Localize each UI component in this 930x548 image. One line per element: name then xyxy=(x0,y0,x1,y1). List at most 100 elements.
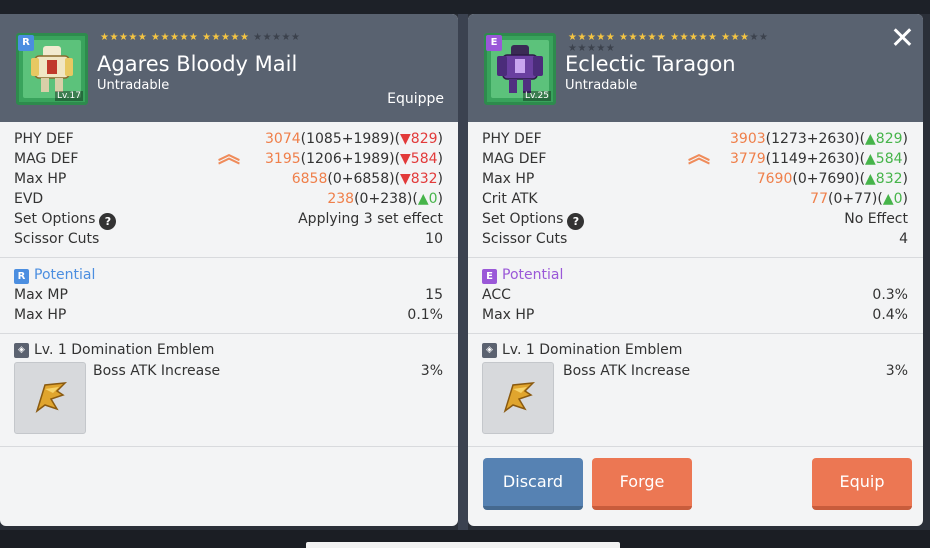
divider xyxy=(0,446,458,447)
stat-close-paren: ) xyxy=(437,131,443,147)
emblem-glyph-icon xyxy=(503,382,536,413)
stat-close-paren: ) xyxy=(902,131,908,147)
stat-close-paren: ) xyxy=(437,191,443,207)
star-icon: ★ xyxy=(128,32,138,43)
star-icon: ★ xyxy=(619,32,629,43)
background-top xyxy=(0,0,930,14)
equipped-item-card: R Lv.17 ★★★★★ ★★★★★ ★★★★★ ★★★★★ Agares B… xyxy=(0,14,458,526)
star-icon: ★ xyxy=(749,32,759,43)
star-icon: ★ xyxy=(179,32,189,43)
star-icon: ★ xyxy=(740,32,750,43)
background-bottom xyxy=(0,530,930,548)
star-icon: ★ xyxy=(721,32,731,43)
tradable-status: Untradable xyxy=(97,78,170,93)
stat-diff: ▲829 xyxy=(865,131,903,147)
stat-close-paren: ) xyxy=(902,191,908,207)
scissor-cuts-row: Scissor Cuts 10 xyxy=(14,231,443,247)
stat-row: Max HP 6858(0+6858)(▼832) xyxy=(0,170,458,190)
divider xyxy=(468,446,923,447)
stat-breakdown: (1206+1989)( xyxy=(300,151,401,167)
potential-grade-badge: R xyxy=(14,269,29,284)
emblem-effect-row: Boss ATK Increase 3% xyxy=(563,363,908,379)
star-icon: ★ xyxy=(202,32,212,43)
stat-value: 6858(0+6858)(▼832) xyxy=(292,171,443,187)
new-item-card: E Lv.25 ★★★★★ ★★★★★ ★★★★★ ★★★★★ ★★★★★ Ec… xyxy=(468,14,923,526)
star-icon: ★ xyxy=(758,32,769,43)
stat-label: PHY DEF xyxy=(482,131,542,147)
star-icon: ★ xyxy=(239,32,250,43)
item-level: Lv.25 xyxy=(523,91,551,101)
potential-grade-badge: E xyxy=(482,269,497,284)
stat-diff: ▼829 xyxy=(400,131,438,147)
double-chevron-up-icon: ︽ xyxy=(218,143,241,168)
question-icon[interactable]: ? xyxy=(567,213,585,230)
star-icon: ★ xyxy=(628,32,638,43)
star-icon: ★ xyxy=(698,32,708,43)
stat-diff: ▲584 xyxy=(865,151,903,167)
stat-label: Max HP xyxy=(482,171,535,187)
star-icon: ★ xyxy=(109,32,119,43)
scissor-cuts-row: Scissor Cuts 4 xyxy=(482,231,908,247)
star-icon: ★ xyxy=(137,32,148,43)
potential-header: R Potential xyxy=(0,266,458,286)
stat-value: 3903(1273+2630)(▲829) xyxy=(730,131,908,147)
star-icon: ★ xyxy=(290,32,301,43)
item-stats: PHY DEF 3074(1085+1989)(▼829) MAG DEF 3195(… xyxy=(0,122,458,447)
close-icon[interactable]: ✕ xyxy=(890,24,915,54)
item-name: Agares Bloody Mail xyxy=(97,52,298,76)
stat-label: MAG DEF xyxy=(14,151,79,167)
emblem-icon: ◈ xyxy=(14,343,29,358)
stat-total: 77 xyxy=(810,191,828,207)
stat-value: 77(0+77)(▲0) xyxy=(810,191,908,207)
grade-badge: R xyxy=(18,35,34,51)
stat-close-paren: ) xyxy=(437,171,443,187)
forge-button[interactable]: Forge xyxy=(592,458,692,510)
stat-label: Crit ATK xyxy=(482,191,538,207)
star-icon: ★ xyxy=(647,32,657,43)
stat-total: 3779 xyxy=(730,151,766,167)
star-icon: ★ xyxy=(188,32,199,43)
stat-close-paren: ) xyxy=(902,171,908,187)
stat-value: 3195(1206+1989)(▼584) xyxy=(265,151,443,167)
stat-row: Crit ATK 77(0+77)(▲0) xyxy=(468,190,923,210)
question-icon[interactable]: ? xyxy=(99,213,117,230)
stat-breakdown: (1085+1989)( xyxy=(300,131,401,147)
star-icon: ★ xyxy=(253,32,263,43)
star-icon: ★ xyxy=(262,32,273,43)
discard-button[interactable]: Discard xyxy=(483,458,583,510)
stat-breakdown: (0+6858)( xyxy=(327,171,401,187)
star-icon: ★ xyxy=(151,32,161,43)
potential-row: ACC 0.3% xyxy=(482,287,908,303)
item-name: Eclectic Taragon xyxy=(565,52,736,76)
stat-total: 7690 xyxy=(756,171,793,187)
stat-row: Max HP 7690(0+7690)(▲832) xyxy=(468,170,923,190)
star-rating: ★★★★★ ★★★★★ ★★★★★ ★★★★★ xyxy=(100,32,350,43)
stat-value: 7690(0+7690)(▲832) xyxy=(757,171,908,187)
star-icon: ★ xyxy=(679,32,689,43)
stat-breakdown: (1149+2630)( xyxy=(765,151,866,167)
stat-close-paren: ) xyxy=(902,151,908,167)
star-icon: ★ xyxy=(281,32,291,43)
item-header: E Lv.25 ★★★★★ ★★★★★ ★★★★★ ★★★★★ ★★★★★ Ec… xyxy=(468,14,923,122)
star-icon: ★ xyxy=(707,32,718,43)
emblem-icon: ◈ xyxy=(482,343,497,358)
star-icon: ★ xyxy=(118,32,129,43)
stat-close-paren: ) xyxy=(437,151,443,167)
stat-value: 3074(1085+1989)(▼829) xyxy=(265,131,443,147)
star-icon: ★ xyxy=(670,32,680,43)
stat-diff: ▼832 xyxy=(400,171,438,187)
stat-total: 3195 xyxy=(265,151,301,167)
stat-total: 6858 xyxy=(291,171,328,187)
star-icon: ★ xyxy=(230,32,240,43)
star-rating: ★★★★★ ★★★★★ ★★★★★ ★★★★★ ★★★★★ xyxy=(568,32,818,54)
star-icon: ★ xyxy=(211,32,221,43)
item-icon: R Lv.17 xyxy=(16,33,88,105)
stat-row: EVD 238(0+238)(▲0) xyxy=(0,190,458,210)
equip-button[interactable]: Equip xyxy=(812,458,912,510)
potential-header: E Potential xyxy=(468,266,923,286)
stat-label: EVD xyxy=(14,191,44,207)
emblem-effect-row: Boss ATK Increase 3% xyxy=(93,363,443,379)
stat-breakdown: (0+77)( xyxy=(828,191,883,207)
tradable-status: Untradable xyxy=(565,78,638,93)
stat-label: Max HP xyxy=(14,171,67,187)
